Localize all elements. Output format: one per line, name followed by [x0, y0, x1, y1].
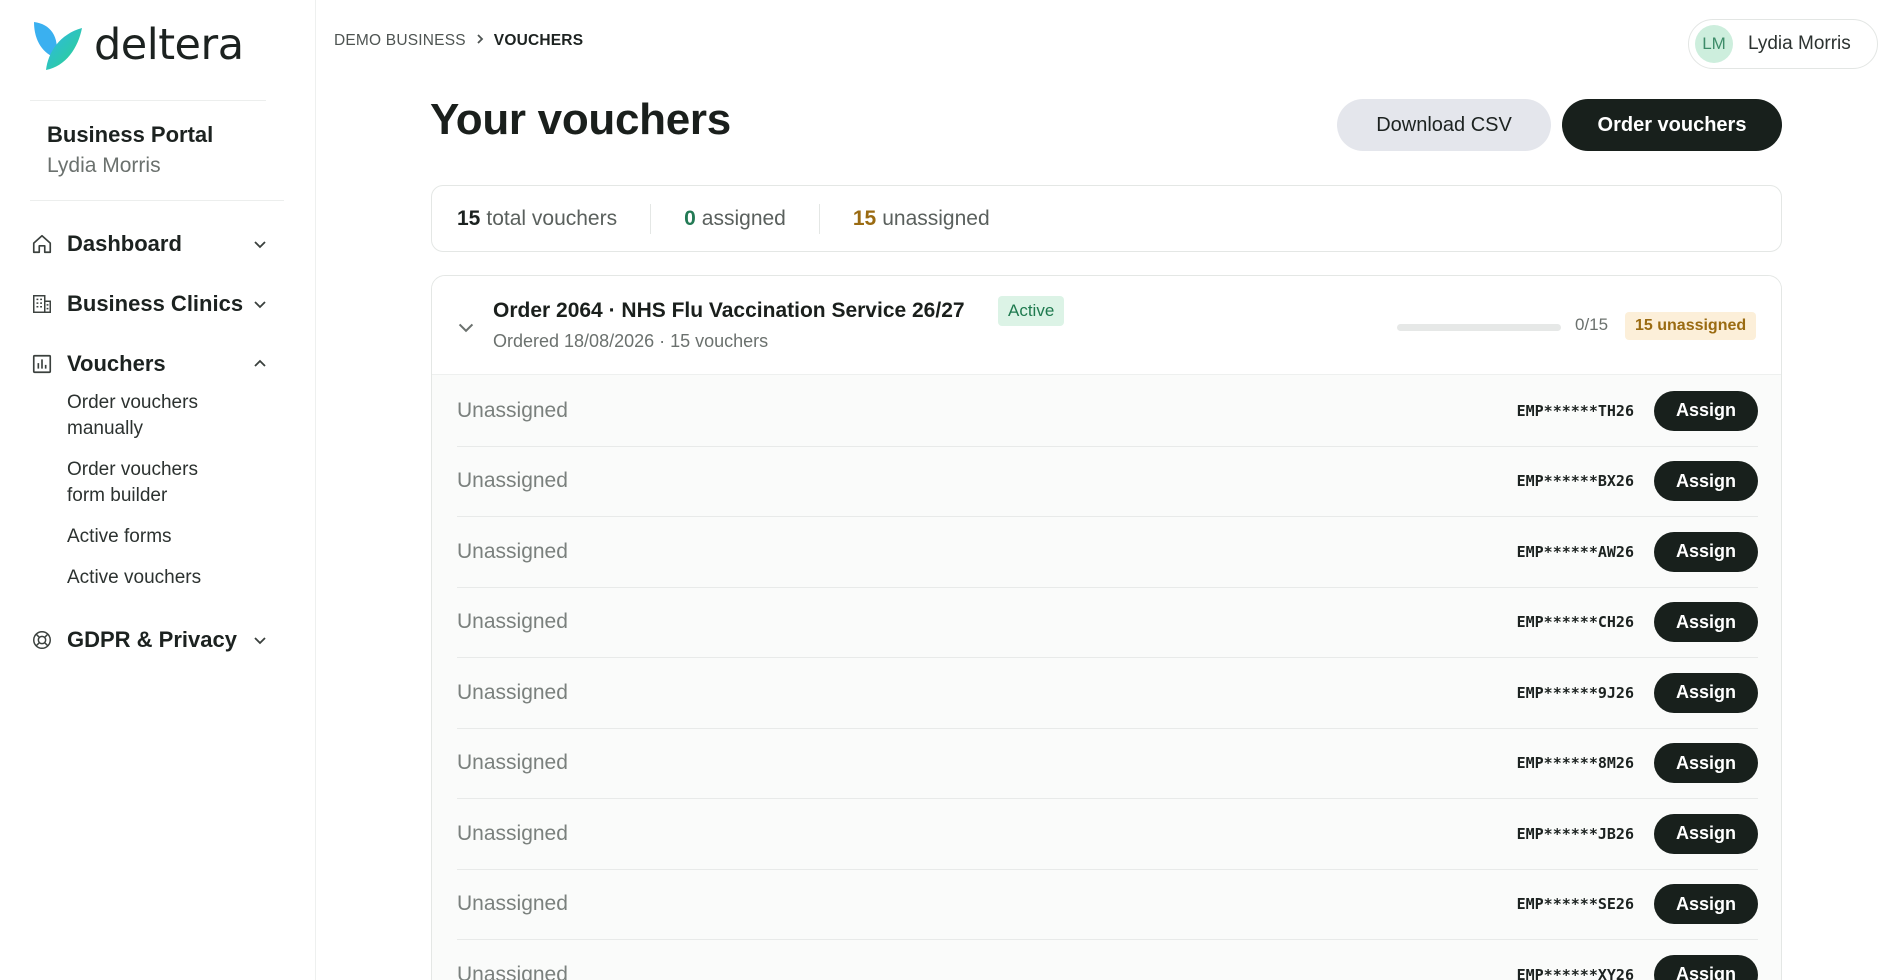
voucher-status: Unassigned [457, 680, 568, 704]
sidebar-subitem-active-vouchers[interactable]: Active vouchers [67, 565, 237, 591]
table-row: Unassigned EMP******9J26 Assign [457, 658, 1758, 729]
progress-bar [1397, 324, 1561, 331]
brand-logo[interactable]: deltera [30, 18, 244, 72]
chart-icon [30, 352, 54, 376]
assign-button[interactable]: Assign [1654, 672, 1758, 713]
divider [30, 200, 284, 201]
portal-info: Business Portal Lydia Morris [47, 122, 213, 178]
table-row: Unassigned EMP******AW26 Assign [457, 517, 1758, 588]
stat-total: 15 total vouchers [457, 207, 617, 231]
portal-user-name: Lydia Morris [47, 154, 161, 177]
voucher-list: Unassigned EMP******TH26 Assign Unassign… [457, 376, 1758, 980]
voucher-code: EMP******XY26 [1516, 965, 1634, 980]
status-badge: Active [998, 296, 1065, 326]
divider [30, 100, 266, 101]
order-subtitle: Ordered 18/08/2026 · 15 vouchers [493, 331, 769, 351]
stat-total-label: total vouchers [486, 206, 618, 230]
voucher-code: EMP******8M26 [1516, 754, 1634, 773]
building-icon [30, 292, 54, 316]
breadcrumb: DEMO BUSINESS VOUCHERS [334, 32, 583, 50]
voucher-status: Unassigned [457, 398, 568, 422]
stat-assigned-count: 0 [684, 206, 696, 230]
chevron-right-icon [475, 32, 485, 50]
page-title: Your vouchers [430, 95, 731, 144]
breadcrumb-parent[interactable]: DEMO BUSINESS [334, 32, 466, 50]
sidebar-item-label: Dashboard [67, 231, 182, 256]
stat-assigned: 0 assigned [684, 207, 786, 231]
assign-button[interactable]: Assign [1654, 884, 1758, 925]
table-row: Unassigned EMP******XY26 Assign [457, 940, 1758, 980]
chevron-up-icon [250, 354, 270, 374]
brand-name: deltera [94, 20, 244, 70]
order-card: Order 2064 · NHS Flu Vaccination Service… [431, 275, 1782, 980]
assign-button[interactable]: Assign [1654, 461, 1758, 502]
chevron-down-icon [250, 234, 270, 254]
unassigned-badge: 15 unassigned [1625, 312, 1757, 340]
voucher-code: EMP******AW26 [1516, 542, 1634, 561]
voucher-code: EMP******BX26 [1516, 472, 1634, 491]
divider [650, 203, 652, 234]
voucher-code: EMP******JB26 [1516, 824, 1634, 843]
sidebar-item-label: GDPR & Privacy [67, 627, 237, 652]
stat-unassigned: 15 unassigned [853, 207, 990, 231]
voucher-code: EMP******TH26 [1516, 401, 1634, 420]
sidebar-item-label: Vouchers [67, 351, 166, 376]
user-menu[interactable]: LM Lydia Morris [1688, 19, 1878, 69]
avatar: LM [1695, 25, 1733, 63]
voucher-code: EMP******CH26 [1516, 613, 1634, 632]
sidebar-item-business-clinics[interactable]: Business Clinics [30, 284, 270, 324]
voucher-code: EMP******SE26 [1516, 895, 1634, 914]
table-row: Unassigned EMP******SE26 Assign [457, 870, 1758, 940]
voucher-status: Unassigned [457, 751, 568, 775]
voucher-status: Unassigned [457, 892, 568, 916]
voucher-status: Unassigned [457, 539, 568, 563]
home-icon [30, 232, 54, 256]
sidebar-subitem-order-form-builder[interactable]: Order vouchers form builder [67, 457, 237, 509]
assign-button[interactable]: Assign [1654, 954, 1758, 980]
table-row: Unassigned EMP******JB26 Assign [457, 799, 1758, 870]
chevron-down-icon[interactable] [457, 318, 477, 338]
stat-assigned-label: assigned [701, 206, 786, 230]
voucher-summary: 15 total vouchers 0 assigned 15 unassign… [431, 185, 1782, 252]
voucher-status: Unassigned [457, 469, 568, 493]
breadcrumb-current: VOUCHERS [493, 32, 584, 49]
voucher-status: Unassigned [457, 610, 568, 634]
sidebar-item-vouchers[interactable]: Vouchers [30, 344, 270, 384]
sidebar-item-label: Business Clinics [67, 291, 244, 316]
order-title: Order 2064 · NHS Flu Vaccination Service… [493, 299, 965, 322]
table-row: Unassigned EMP******BX26 Assign [457, 447, 1758, 517]
sidebar-subitem-active-forms[interactable]: Active forms [67, 524, 237, 550]
table-row: Unassigned EMP******CH26 Assign [457, 588, 1758, 658]
chevron-down-icon [250, 294, 270, 314]
user-name: Lydia Morris [1748, 33, 1851, 54]
divider [818, 203, 820, 234]
stat-unassigned-label: unassigned [882, 206, 990, 230]
sidebar: deltera Business Portal Lydia Morris Das… [0, 0, 316, 980]
assign-button[interactable]: Assign [1654, 390, 1758, 431]
sidebar-item-dashboard[interactable]: Dashboard [30, 224, 270, 264]
lifebuoy-icon [30, 628, 54, 652]
progress-text: 0/15 [1575, 315, 1609, 334]
stat-total-count: 15 [457, 206, 481, 230]
chevron-down-icon [250, 630, 270, 650]
voucher-status: Unassigned [457, 962, 568, 980]
assign-button[interactable]: Assign [1654, 813, 1758, 854]
download-csv-button[interactable]: Download CSV [1337, 99, 1551, 151]
table-row: Unassigned EMP******TH26 Assign [457, 376, 1758, 447]
deltera-logo-icon [34, 22, 82, 70]
assign-button[interactable]: Assign [1654, 531, 1758, 572]
sidebar-subitem-order-manually[interactable]: Order vouchers manually [67, 390, 237, 442]
voucher-code: EMP******9J26 [1516, 683, 1634, 702]
stat-unassigned-count: 15 [852, 206, 877, 230]
assign-button[interactable]: Assign [1654, 602, 1758, 643]
portal-title: Business Portal [47, 122, 214, 147]
order-vouchers-button[interactable]: Order vouchers [1562, 99, 1782, 151]
sidebar-item-gdpr-privacy[interactable]: GDPR & Privacy [30, 620, 270, 660]
order-header[interactable]: Order 2064 · NHS Flu Vaccination Service… [432, 276, 1781, 375]
assign-button[interactable]: Assign [1654, 743, 1758, 784]
table-row: Unassigned EMP******8M26 Assign [457, 729, 1758, 799]
voucher-status: Unassigned [457, 821, 568, 845]
